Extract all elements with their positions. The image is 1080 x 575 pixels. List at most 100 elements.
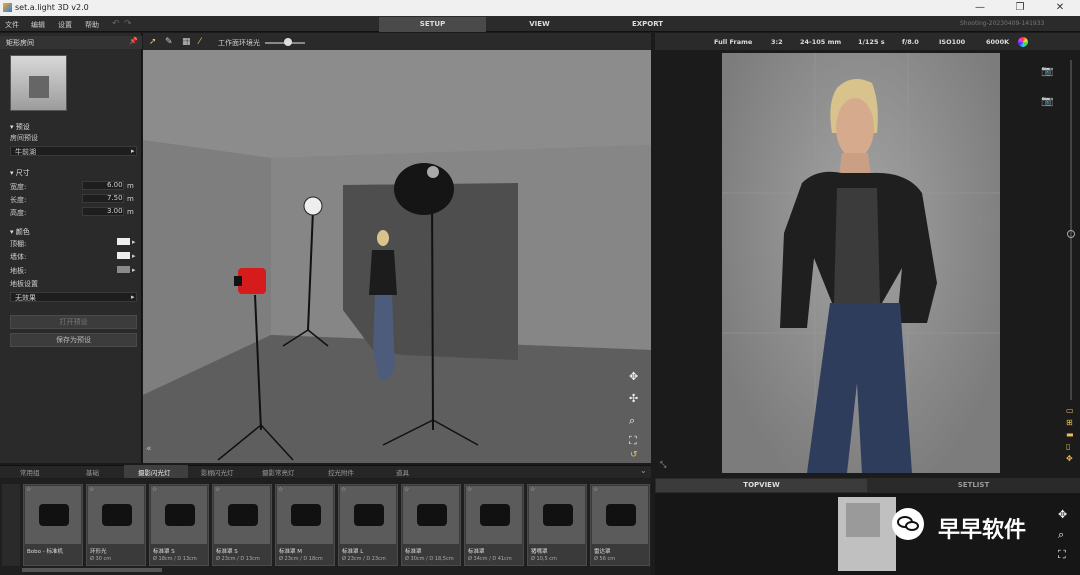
tab-export[interactable]: EXPORT — [594, 17, 701, 32]
load-preset-button[interactable]: 打开预设 — [10, 315, 137, 329]
size-section[interactable]: ▾ 尺寸 — [10, 168, 30, 178]
light-shape — [39, 504, 69, 526]
menu-file[interactable]: 文件 — [5, 20, 19, 30]
tab-common[interactable]: 常用组 — [20, 467, 40, 477]
collapse-left-icon[interactable]: « — [146, 444, 152, 454]
snapshot-icon[interactable]: 📷 — [1041, 96, 1053, 107]
favorite-icon[interactable]: ☆ — [593, 486, 598, 493]
zoom-icon[interactable]: ⌕ — [1058, 528, 1064, 542]
redo-icon[interactable]: ↷ — [124, 19, 132, 29]
maximize-button[interactable]: ❐ — [1000, 1, 1040, 15]
chevron-right-icon[interactable]: ▸ — [132, 252, 136, 260]
menu-settings[interactable]: 设置 — [58, 20, 72, 30]
color-section[interactable]: ▾ 颜色 — [10, 227, 30, 237]
favorite-icon[interactable]: ☆ — [89, 486, 94, 493]
favorite-icon[interactable]: ☆ — [152, 486, 157, 493]
light-card[interactable]: 标准罩 Ø 34cm / D 41cm ☆ — [464, 484, 524, 566]
favorite-icon[interactable]: ☆ — [404, 486, 409, 493]
library-side-bar[interactable] — [2, 484, 20, 566]
tab-setlist[interactable]: SETLIST — [868, 479, 1079, 492]
fit-view-icon[interactable]: ⛶ — [629, 434, 637, 448]
tab-props[interactable]: 道具 — [396, 467, 409, 477]
light-card[interactable]: 雷达罩 Ø 56 cm ☆ — [590, 484, 650, 566]
tab-continuous[interactable]: 摄影常亮灯 — [262, 467, 295, 477]
tab-view[interactable]: VIEW — [486, 17, 593, 32]
close-button[interactable]: ✕ — [1040, 1, 1080, 15]
light-name: 标准罩 L — [342, 549, 364, 555]
chevron-right-icon[interactable]: ▸ — [132, 238, 136, 246]
beauty-dish[interactable] — [394, 163, 454, 215]
aspect-ratio[interactable]: 3:2 — [771, 38, 783, 46]
light-card[interactable]: 标准罩 SØ 18cm / D 13cm ☆ — [149, 484, 209, 566]
expand-icon[interactable]: ⤡ — [660, 460, 666, 470]
wall-color-swatch[interactable] — [117, 252, 130, 259]
menu-edit[interactable]: 编辑 — [31, 20, 45, 30]
aperture[interactable]: f/8.0 — [902, 38, 919, 46]
topview-map[interactable] — [838, 497, 896, 571]
light-card[interactable]: 标准罩 Ø 30cm / D 18,5cm ☆ — [401, 484, 461, 566]
minimize-button[interactable]: — — [960, 1, 1000, 15]
save-preset-button[interactable]: 保存为预设 — [10, 333, 137, 347]
tab-studio-strobes[interactable]: 影棚闪光灯 — [201, 467, 234, 477]
tab-modifiers[interactable]: 控光附件 — [328, 467, 354, 477]
light-card[interactable]: 环形光 Ø 30 cm ☆ — [86, 484, 146, 566]
slider-handle[interactable] — [284, 38, 292, 46]
light-card[interactable]: 标准罩 MØ 23cm / D 18cm ☆ — [275, 484, 335, 566]
undo-icon[interactable]: ↶ — [112, 19, 120, 29]
iso[interactable]: ISO100 — [939, 38, 965, 46]
pan-icon[interactable]: ✣ — [629, 392, 638, 405]
favorite-icon[interactable]: ☆ — [278, 486, 283, 493]
room-thumbnail-back-wall — [29, 76, 49, 98]
light-name: 雷达罩 — [594, 549, 611, 555]
tab-speedlights[interactable]: 摄影闪光灯 — [138, 467, 171, 477]
white-balance[interactable]: 6000K — [986, 38, 1009, 46]
tab-basic[interactable]: 基础 — [86, 467, 99, 477]
model-head[interactable] — [377, 230, 389, 246]
light-shape — [417, 504, 447, 526]
favorite-icon[interactable]: ☆ — [26, 486, 31, 493]
favorite-icon[interactable]: ☆ — [341, 486, 346, 493]
grid-icon[interactable]: ▦ — [182, 37, 191, 47]
strobe-head[interactable] — [303, 196, 323, 216]
light-shape — [291, 504, 321, 526]
floor-color-swatch[interactable] — [117, 266, 130, 273]
favorite-icon[interactable]: ☆ — [467, 486, 472, 493]
fit-view-icon[interactable]: ⛶ — [1058, 548, 1066, 562]
color-wheel-icon[interactable] — [1018, 37, 1028, 47]
tab-setup[interactable]: SETUP — [379, 17, 486, 32]
menu-help[interactable]: 帮助 — [85, 20, 99, 30]
light-card[interactable]: Bobo - 标准机 ☆ — [23, 484, 83, 566]
pan-icon[interactable]: ✥ — [1058, 508, 1067, 521]
shutter-speed[interactable]: 1/125 s — [858, 38, 885, 46]
length-label: 长度: — [10, 196, 27, 204]
room-thumbnail[interactable] — [10, 55, 67, 111]
preview-tool-strip[interactable]: ▭ ⊞ ▬ ▯ ✥ — [1066, 405, 1076, 465]
preview-zoom-handle[interactable] — [1067, 230, 1075, 238]
chevron-right-icon[interactable]: ▸ — [132, 266, 136, 274]
select-arrow-icon[interactable]: ➚ — [149, 37, 157, 47]
light-card[interactable]: 猪嘴罩 Ø 10,5 cm ☆ — [527, 484, 587, 566]
orbit-icon[interactable]: ✥ — [629, 370, 638, 383]
collapse-panel-icon[interactable]: ⌄ — [640, 466, 647, 475]
preset-section[interactable]: ▾ 预设 — [10, 122, 30, 132]
pencil-icon[interactable]: ✎ — [165, 37, 173, 47]
camera-icon[interactable]: 📷 — [1041, 66, 1053, 77]
library-scrollbar[interactable] — [22, 568, 162, 572]
red-flash-head[interactable] — [238, 268, 266, 294]
zoom-icon[interactable]: ⌕ — [629, 414, 635, 428]
tab-topview[interactable]: TOPVIEW — [656, 479, 867, 492]
favorite-icon[interactable]: ☆ — [215, 486, 220, 493]
light-size: Ø 56 cm — [594, 556, 616, 562]
pin-icon[interactable]: 📌 — [129, 37, 138, 45]
camera-preview-image[interactable] — [722, 53, 1000, 473]
wechat-bubble — [905, 521, 919, 531]
light-card[interactable]: 标准罩 LØ 23cm / D 23cm ☆ — [338, 484, 398, 566]
reset-view-icon[interactable]: ↺ — [630, 450, 638, 460]
3d-viewport[interactable]: « — [143, 50, 651, 463]
sensor-format[interactable]: Full Frame — [714, 38, 752, 46]
lens[interactable]: 24-105 mm — [800, 38, 841, 46]
ceiling-color-swatch[interactable] — [117, 238, 130, 245]
line-tool-icon[interactable]: ⁄ — [199, 37, 201, 47]
light-card[interactable]: 标准罩 SØ 23cm / D 13cm ☆ — [212, 484, 272, 566]
favorite-icon[interactable]: ☆ — [530, 486, 535, 493]
